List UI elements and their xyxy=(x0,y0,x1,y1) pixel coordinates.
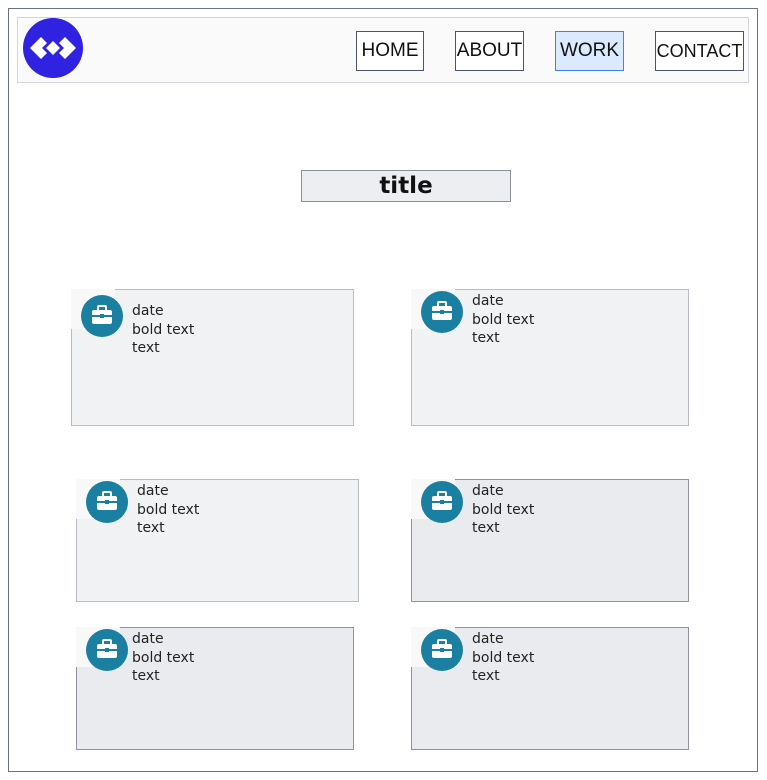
logo-icon[interactable] xyxy=(22,17,84,79)
briefcase-icon xyxy=(86,629,128,671)
work-card[interactable]: date bold text text xyxy=(411,479,689,602)
nav-about-button[interactable]: ABOUT xyxy=(455,31,524,71)
card-date: date xyxy=(137,483,169,499)
card-bold-text: bold text xyxy=(472,501,535,518)
work-card[interactable]: date bold text text xyxy=(411,627,689,750)
work-card[interactable]: date bold text text xyxy=(71,289,354,426)
briefcase-icon xyxy=(421,481,463,523)
work-card[interactable]: date bold text text xyxy=(76,479,359,602)
briefcase-icon xyxy=(421,629,463,671)
card-bold-text: bold text xyxy=(132,649,195,666)
work-card[interactable]: date bold text text xyxy=(411,289,689,426)
card-bold-text: bold text xyxy=(472,311,535,328)
briefcase-icon xyxy=(86,481,128,523)
card-date: date xyxy=(472,631,504,647)
briefcase-icon xyxy=(81,295,123,337)
nav-home-button[interactable]: HOME xyxy=(356,31,424,71)
card-date: date xyxy=(132,631,164,647)
card-text: text xyxy=(472,330,500,346)
card-date: date xyxy=(472,293,504,309)
nav-contact-button[interactable]: CONTACT xyxy=(655,31,744,71)
card-date: date xyxy=(132,303,164,319)
nav-work-button[interactable]: WORK xyxy=(555,31,624,71)
card-text: text xyxy=(137,520,165,536)
card-text: text xyxy=(132,340,160,356)
card-bold-text: bold text xyxy=(472,649,535,666)
briefcase-icon xyxy=(421,291,463,333)
card-date: date xyxy=(472,483,504,499)
card-bold-text: bold text xyxy=(132,321,195,338)
card-bold-text: bold text xyxy=(137,501,200,518)
card-text: text xyxy=(472,520,500,536)
page-title: title xyxy=(301,170,511,202)
card-text: text xyxy=(472,668,500,684)
card-text: text xyxy=(132,668,160,684)
work-card[interactable]: date bold text text xyxy=(76,627,354,750)
